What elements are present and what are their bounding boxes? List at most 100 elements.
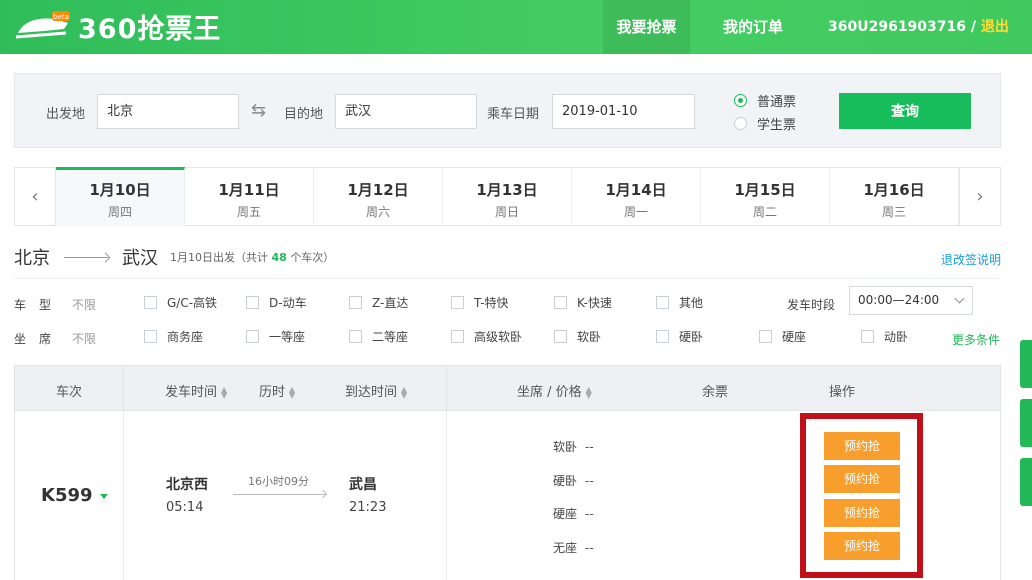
date-tab-weekday: 周三 [881, 205, 906, 219]
checkbox-icon [656, 296, 669, 309]
side-float-tab[interactable] [1020, 458, 1032, 506]
swap-icon[interactable]: ⇆ [251, 100, 266, 121]
route-arrow-icon [64, 256, 108, 258]
to-label: 目的地 [284, 107, 324, 122]
travel-duration: 16小时09分 [248, 475, 309, 488]
date-tab-date: 1月16日 [863, 181, 925, 199]
date-tab-date: 1月14日 [605, 181, 667, 199]
table-row: K599 北京西 05:14 16小时09分 武昌 21:23 软卧 -- 硬卧 -… [14, 411, 1001, 580]
col-seat-price-sort[interactable]: 坐席 / 价格 ▲ ▼ [517, 381, 592, 400]
seat-price: -- [585, 507, 594, 521]
filter-train-type-option[interactable]: D-动车 [246, 294, 307, 311]
nav-grab-tickets[interactable]: 我要抢票 [603, 0, 690, 54]
period-select[interactable]: 00:00—24:00 [849, 286, 973, 315]
checkbox-icon [349, 330, 362, 343]
to-input[interactable]: 武汉 [335, 94, 477, 129]
filter-option-label: 硬座 [782, 330, 807, 344]
date-tab-4[interactable]: 1月14日 周一 [572, 168, 701, 225]
arrive-station: 武昌 [349, 477, 377, 493]
col-arrive-label: 到达时间 [345, 385, 398, 400]
top-header: beta 360抢票王 我要抢票 我的订单 360U2961903716 / 退… [0, 0, 1032, 54]
radio-unchecked-icon [734, 117, 747, 130]
date-tab-6[interactable]: 1月16日 周三 [830, 168, 959, 225]
seat-price-item: 软卧 -- [553, 438, 594, 455]
reserve-grab-button[interactable]: 预约抢 [824, 465, 900, 493]
date-tab-3[interactable]: 1月13日 周日 [443, 168, 572, 225]
train-number-toggle[interactable]: K599 [41, 485, 108, 506]
seat-name: 硬卧 [553, 474, 578, 488]
reserve-grab-button[interactable]: 预约抢 [824, 532, 900, 560]
filter-train-type-option[interactable]: T-特快 [451, 294, 509, 311]
column-divider [446, 366, 447, 410]
sort-icon: ▲ ▼ [221, 384, 228, 400]
refund-policy-link[interactable]: 退改签说明 [941, 251, 1001, 268]
reserve-grab-button[interactable]: 预约抢 [824, 432, 900, 460]
username[interactable]: 360U2961903716 [828, 19, 966, 35]
filter-seat-option[interactable]: 动卧 [861, 328, 908, 345]
filter-seat-option[interactable]: 软卧 [554, 328, 601, 345]
date-tab-0[interactable]: 1月10日 周四 [56, 167, 185, 226]
arrive-time: 21:23 [349, 500, 387, 515]
side-float-tab[interactable] [1020, 340, 1032, 388]
filter-option-label: 二等座 [372, 330, 409, 344]
col-remaining: 余票 [702, 385, 729, 400]
logo[interactable]: beta 360抢票王 [14, 6, 221, 46]
search-button[interactable]: 查询 [839, 93, 971, 129]
seat-price: -- [585, 541, 594, 555]
beta-badge: beta [53, 13, 69, 21]
seat-price: -- [585, 474, 594, 488]
train-type-all[interactable]: 不限 [72, 296, 96, 313]
date-tab-date: 1月11日 [218, 181, 280, 199]
from-input[interactable]: 北京 [97, 94, 239, 129]
results-table-header: 车次 发车时间 ▲ ▼ 历时 ▲ ▼ 到达时间 ▲ ▼ 坐席 / 价格 ▲ ▼ 余票 操作 [14, 365, 1001, 411]
radio-regular-ticket[interactable]: 普通票 [734, 91, 796, 110]
filter-seat-option[interactable]: 一等座 [246, 328, 305, 345]
filter-train-type-option[interactable]: G/C-高铁 [144, 294, 217, 311]
seat-price: -- [585, 440, 594, 454]
date-tab-5[interactable]: 1月15日 周二 [701, 168, 830, 225]
filter-seat-option[interactable]: 高级软卧 [451, 328, 522, 345]
date-tab-date: 1月12日 [347, 181, 409, 199]
date-tab-weekday: 周日 [494, 205, 519, 219]
col-depart-sort[interactable]: 发车时间 ▲ ▼ [165, 381, 227, 400]
col-arrive-sort[interactable]: 到达时间 ▲ ▼ [345, 381, 407, 400]
column-divider [446, 411, 447, 580]
duration-arrow-icon [233, 494, 326, 495]
checkbox-icon [656, 330, 669, 343]
divider [14, 278, 1001, 279]
filter-train-type-option[interactable]: Z-直达 [349, 294, 408, 311]
route-count-number: 48 [271, 251, 287, 264]
radio-student-ticket[interactable]: 学生票 [734, 114, 796, 133]
filter-seat-option[interactable]: 二等座 [349, 328, 408, 345]
depart-station: 北京西 [166, 477, 208, 493]
filter-option-label: T-特快 [474, 296, 509, 310]
period-value: 00:00—24:00 [858, 293, 940, 307]
date-input[interactable]: 2019-01-10 [552, 94, 695, 129]
sort-icon: ▲ ▼ [289, 384, 296, 400]
filter-train-type-option[interactable]: 其他 [656, 294, 703, 311]
filter-option-label: 硬卧 [679, 330, 704, 344]
seat-price-item: 硬座 -- [553, 505, 594, 522]
date-tab-date: 1月13日 [476, 181, 538, 199]
filter-train-type-option[interactable]: K-快速 [554, 294, 612, 311]
side-float-tab[interactable] [1020, 399, 1032, 447]
prev-date-chevron-icon[interactable]: ‹ [15, 168, 56, 225]
filter-seat-option[interactable]: 硬卧 [656, 328, 703, 345]
checkbox-icon [246, 330, 259, 343]
date-tab-2[interactable]: 1月12日 周六 [314, 168, 443, 225]
more-conditions-link[interactable]: 更多条件 [952, 331, 1000, 348]
nav-my-orders[interactable]: 我的订单 [709, 0, 797, 54]
checkbox-icon [861, 330, 874, 343]
user-separator: / [966, 19, 981, 35]
reserve-grab-button[interactable]: 预约抢 [824, 499, 900, 527]
logout-link[interactable]: 退出 [981, 19, 1009, 35]
next-date-chevron-icon[interactable]: › [959, 168, 1000, 225]
col-duration-sort[interactable]: 历时 ▲ ▼ [259, 381, 295, 400]
filter-seat-option[interactable]: 商务座 [144, 328, 203, 345]
seat-price-item: 硬卧 -- [553, 472, 594, 489]
date-selector: ‹ 1月10日 周四 1月11日 周五 1月12日 周六 1月13日 周日 1月… [14, 167, 1001, 226]
filter-seat-option[interactable]: 硬座 [759, 328, 806, 345]
radio-student-label: 学生票 [757, 118, 797, 133]
seat-all[interactable]: 不限 [72, 330, 96, 347]
date-tab-1[interactable]: 1月11日 周五 [185, 168, 314, 225]
